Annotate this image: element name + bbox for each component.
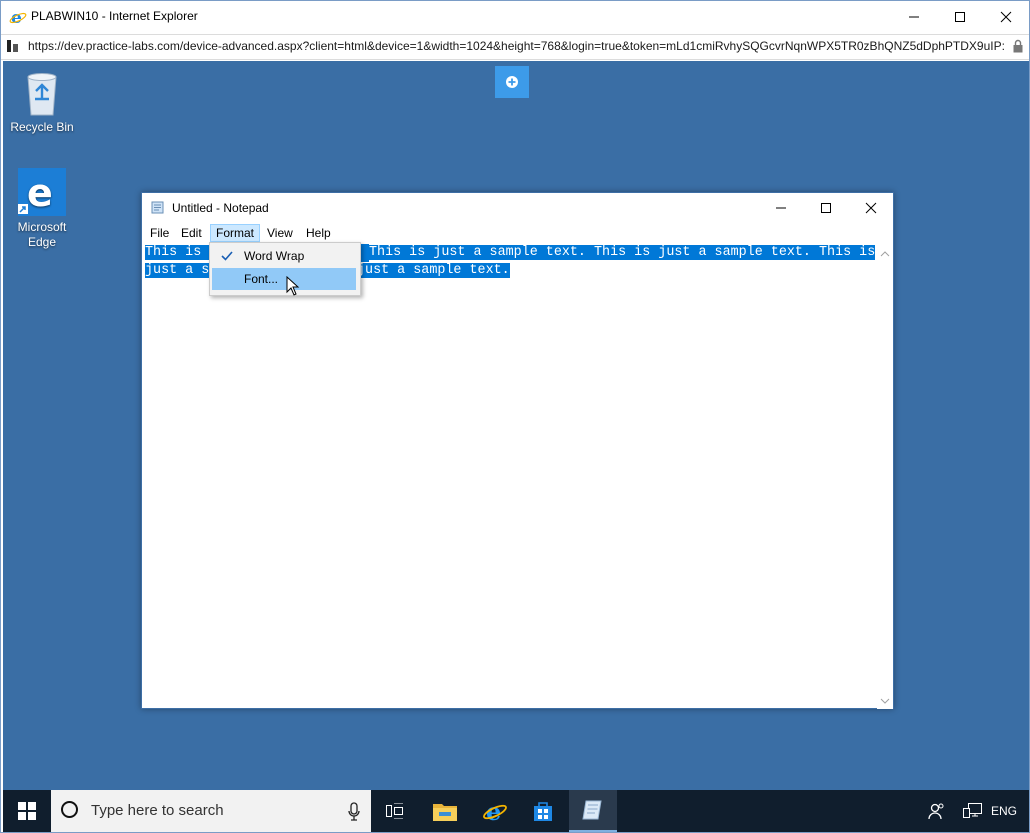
notepad-vertical-scrollbar[interactable] (877, 244, 893, 709)
microsoft-edge-desktop-icon[interactable]: e Microsoft Edge (2, 167, 82, 250)
minimize-button[interactable] (891, 1, 937, 32)
search-placeholder: Type here to search (91, 802, 224, 819)
recycle-bin-icon (27, 73, 57, 116)
taskbar-search-box[interactable]: Type here to search (51, 790, 371, 832)
notepad-minimize-button[interactable] (758, 193, 803, 222)
address-bar[interactable]: https://dev.practice-labs.com/device-adv… (1, 34, 1029, 60)
store-button[interactable] (519, 790, 567, 832)
start-button[interactable] (3, 790, 51, 832)
svg-text:e: e (27, 171, 53, 215)
remote-toolbar-toggle-button[interactable] (495, 66, 529, 98)
scroll-up-arrow-icon[interactable] (877, 248, 893, 260)
browser-titlebar: e PLABWIN10 - Internet Explorer (1, 1, 1029, 32)
checkmark-icon (221, 251, 233, 261)
notepad-maximize-button[interactable] (803, 193, 848, 222)
people-button[interactable] (925, 790, 949, 832)
microsoft-edge-label-line1: Microsoft (17, 220, 67, 234)
people-icon (928, 803, 944, 820)
microphone-icon[interactable] (347, 800, 361, 822)
menu-format[interactable]: Format (210, 224, 261, 242)
notepad-taskbar-icon (582, 800, 602, 820)
microsoft-edge-label-line2: Edge (27, 235, 57, 249)
address-url[interactable]: https://dev.practice-labs.com/device-adv… (28, 39, 1008, 53)
menu-view[interactable]: View (262, 224, 298, 242)
internet-explorer-taskbar-icon: e (483, 799, 507, 823)
notepad-icon (151, 200, 165, 214)
recycle-bin-label: Recycle Bin (10, 120, 74, 134)
internet-explorer-icon: e (9, 8, 27, 28)
file-explorer-button[interactable] (421, 790, 469, 832)
lock-icon[interactable] (1013, 39, 1023, 53)
close-button[interactable] (983, 1, 1029, 32)
maximize-button[interactable] (937, 1, 983, 32)
task-view-button[interactable] (371, 790, 419, 832)
remote-desktop[interactable]: Recycle Bin e Microsoft Edge Untitled - … (3, 61, 1029, 790)
cortana-icon (61, 801, 78, 818)
mouse-pointer-icon (286, 276, 300, 296)
text-line-1-end: This is just a sample text. This is just… (369, 245, 876, 260)
recycle-bin-desktop-icon[interactable]: Recycle Bin (2, 69, 82, 135)
windows-logo-icon (18, 802, 36, 820)
text-line-2-start: just a s (145, 263, 210, 278)
internet-explorer-button[interactable]: e (471, 790, 519, 832)
notepad-menubar: File Edit Format View Help (142, 223, 893, 243)
menu-item-font[interactable]: Font... (212, 268, 356, 290)
format-menu-dropdown: Word Wrap Font... (209, 242, 361, 296)
network-button[interactable] (961, 790, 985, 832)
menu-item-word-wrap[interactable]: Word Wrap (212, 245, 356, 267)
network-icon (963, 803, 982, 818)
task-view-icon (386, 803, 403, 819)
edge-icon: e (18, 168, 66, 216)
scroll-down-arrow-icon[interactable] (877, 695, 893, 707)
menu-file[interactable]: File (145, 224, 174, 242)
language-indicator[interactable]: ENG (987, 790, 1021, 832)
notepad-taskbar-button[interactable] (569, 790, 617, 832)
site-icon (7, 39, 19, 53)
notepad-text-area[interactable]: This is This is just a sample text. This… (145, 244, 878, 709)
notepad-close-button[interactable] (848, 193, 893, 222)
store-icon (534, 802, 552, 821)
file-explorer-icon (433, 804, 457, 821)
notepad-titlebar[interactable]: Untitled - Notepad (142, 193, 893, 222)
menu-edit[interactable]: Edit (176, 224, 207, 242)
browser-title: PLABWIN10 - Internet Explorer (31, 9, 198, 23)
taskbar: Type here to search e ENG (3, 790, 1029, 832)
menu-help[interactable]: Help (301, 224, 336, 242)
browser-window: e PLABWIN10 - Internet Explorer https://… (0, 0, 1030, 833)
text-line-1-start: This is (145, 245, 210, 260)
text-line-2-end: just a sample text. (345, 262, 510, 280)
notepad-title: Untitled - Notepad (172, 201, 269, 215)
